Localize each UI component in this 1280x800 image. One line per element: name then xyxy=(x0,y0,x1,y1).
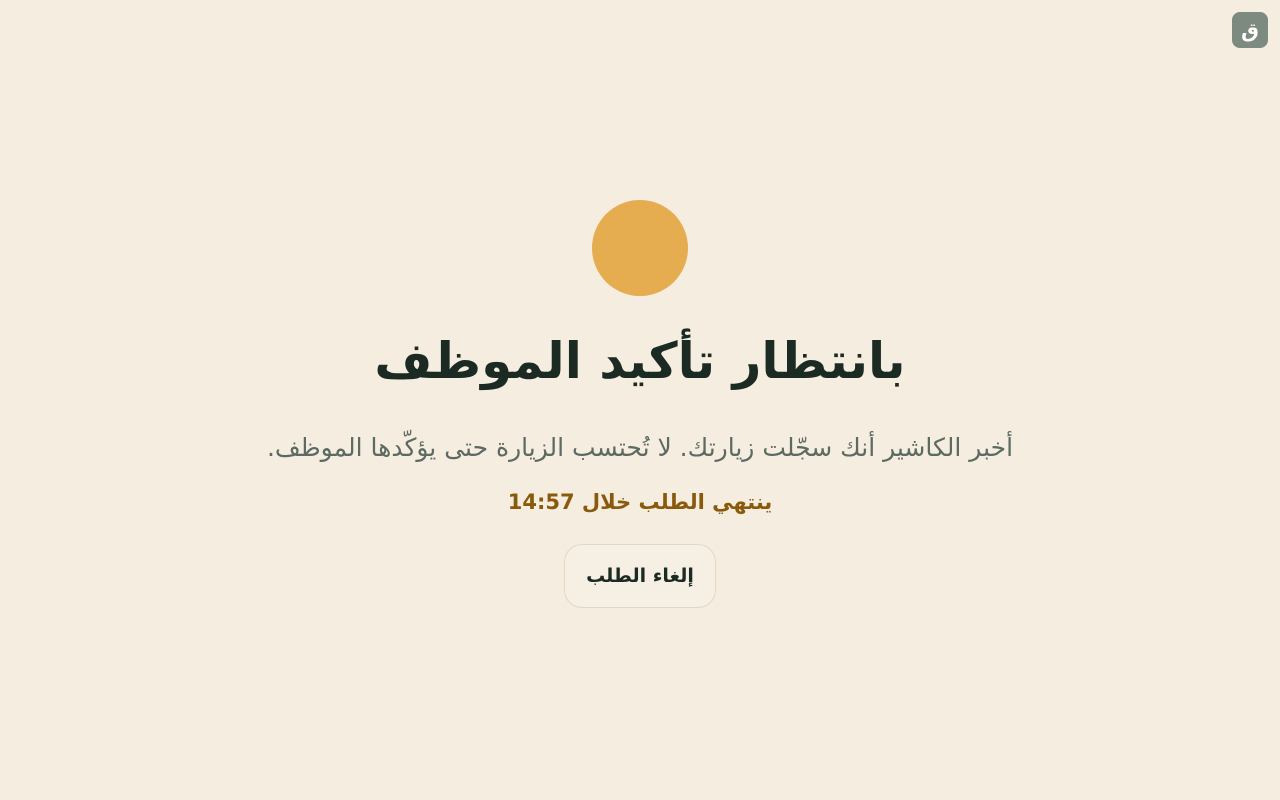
instruction-message: أخبر الكاشير أنك سجّلت زيارتك. لا تُحتسب… xyxy=(266,433,1014,462)
pending-confirmation-panel: بانتظار تأكيد الموظف أخبر الكاشير أنك سج… xyxy=(0,200,1280,608)
brand-logo-icon: ق xyxy=(1241,18,1259,42)
page-title: بانتظار تأكيد الموظف xyxy=(374,332,906,390)
cancel-request-button[interactable]: إلغاء الطلب xyxy=(564,544,716,608)
brand-logo-badge: ق xyxy=(1232,12,1268,48)
pending-status-indicator xyxy=(592,200,688,296)
expiry-countdown: ينتهي الطلب خلال 14:57 xyxy=(507,490,773,514)
